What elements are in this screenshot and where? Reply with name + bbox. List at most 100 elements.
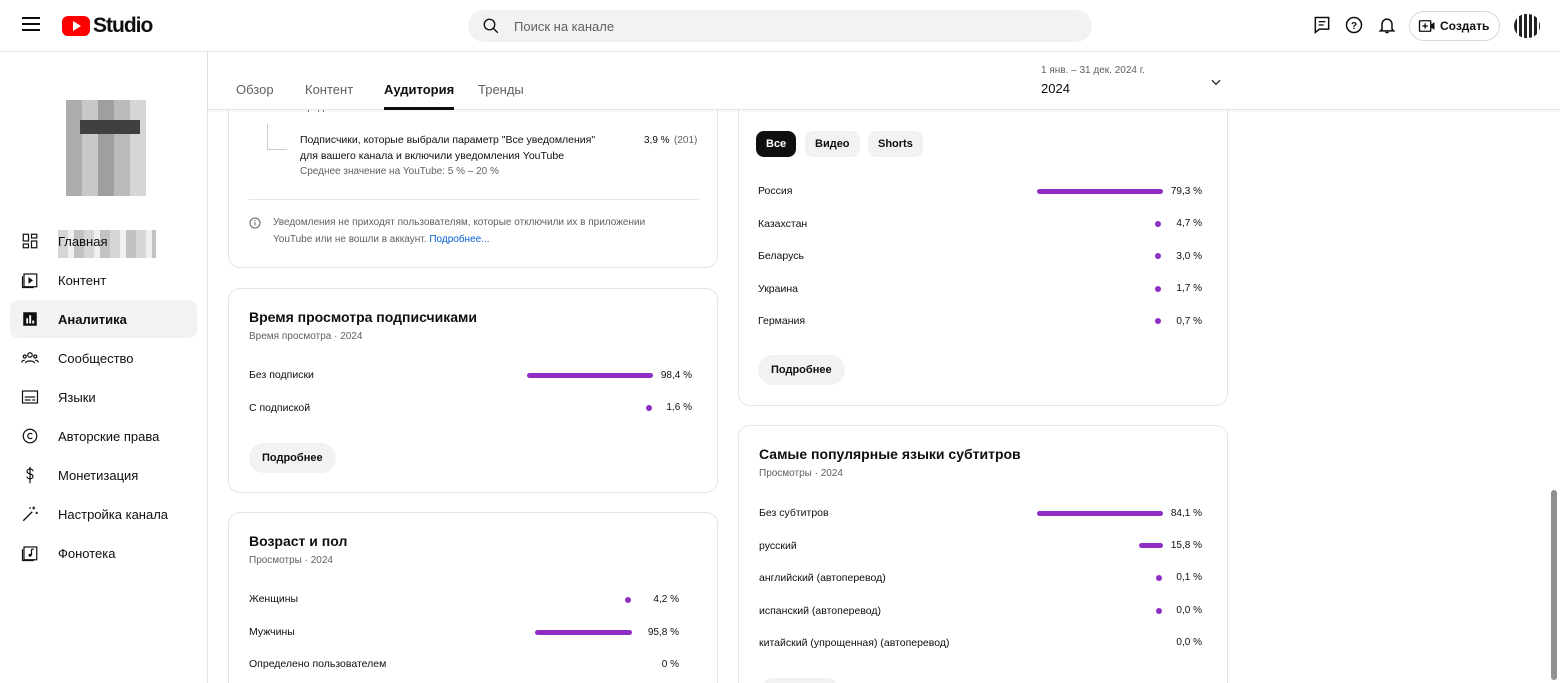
analytics-icon (20, 309, 40, 329)
sidebar: Главная Контент Аналитика Сообщество Язы… (0, 52, 208, 683)
geo-row-value: 0,7 % (1176, 316, 1202, 327)
sidebar-item-label: Главная (58, 233, 108, 249)
sidebar-item-analytics[interactable]: Аналитика (10, 300, 197, 338)
row-label: Определено пользователем (249, 658, 387, 670)
row-label: Без подписки (249, 369, 314, 381)
row-value: 15,8 % (1170, 540, 1202, 551)
info-more-link[interactable]: Подробнее... (429, 234, 489, 245)
logo-text: Studio (93, 14, 153, 37)
notifications-bell-icon[interactable] (1377, 15, 1397, 35)
sidebar-item-label: Фонотека (58, 545, 116, 561)
help-icon[interactable]: ? (1344, 15, 1364, 35)
chip-shorts[interactable]: Shorts (868, 131, 923, 157)
notif-row-average: Среднее значение на YouTube: 5 % – 20 % (300, 166, 499, 177)
notif-row-label-2: для вашего канала и включили уведомления… (300, 150, 565, 162)
chevron-down-icon[interactable] (1209, 75, 1223, 89)
channel-avatar[interactable] (66, 100, 146, 196)
info-text-2: YouTube или не вошли в аккаунт. (273, 234, 427, 245)
sidebar-item-label: Сообщество (58, 350, 134, 366)
row-label: С подпиской (249, 402, 311, 414)
row-value: 98,4 % (660, 370, 692, 381)
more-button[interactable]: Подробнее (249, 443, 336, 473)
geo-row-value: 3,0 % (1176, 251, 1202, 262)
geo-row-value: 79,3 % (1170, 186, 1202, 197)
info-text-1: Уведомления не приходят пользователям, к… (273, 217, 646, 228)
row-label: испанский (автоперевод) (759, 605, 882, 617)
search-icon (483, 18, 499, 34)
create-label: Создать (1440, 19, 1490, 33)
notif-row-count: (201) (674, 135, 698, 146)
magic-wand-icon (20, 504, 40, 524)
row-value: 1,6 % (666, 402, 692, 413)
scrollbar-thumb[interactable] (1551, 490, 1557, 680)
row-label: китайский (упрощенная) (автоперевод) (759, 637, 950, 649)
notif-row-value: 3,9 % (644, 135, 670, 146)
sidebar-item-content[interactable]: Контент (10, 261, 197, 299)
info-text-2-wrap: YouTube или не вошли в аккаунт. Подробне… (273, 234, 490, 245)
date-range-selector[interactable]: 1 янв. – 31 дек. 2024 г. 2024 (1041, 65, 1145, 96)
dollar-icon (20, 465, 40, 485)
card-title: Возраст и пол (249, 533, 348, 549)
tab-content[interactable]: Контент (305, 82, 353, 110)
search-bar[interactable] (468, 10, 1092, 42)
geo-row-value: 1,7 % (1176, 283, 1202, 294)
content-icon (20, 270, 40, 290)
card-title: Время просмотра подписчиками (249, 309, 477, 325)
create-video-icon (1418, 20, 1435, 32)
row-value: 4,2 % (653, 594, 679, 605)
row-value: 0 % (661, 659, 679, 670)
menu-icon[interactable] (22, 17, 40, 31)
sidebar-item-label: Настройка канала (58, 506, 169, 522)
geo-more-button[interactable]: Подробнее (758, 355, 845, 385)
tab-trends[interactable]: Тренды (478, 82, 524, 110)
community-icon (20, 348, 40, 368)
create-button[interactable]: Создать (1409, 11, 1501, 41)
svg-text:?: ? (1351, 21, 1357, 32)
sidebar-item-languages[interactable]: Языки (10, 378, 197, 416)
feedback-icon[interactable] (1312, 15, 1332, 35)
sidebar-item-label: Контент (58, 272, 107, 288)
row-label: Женщины (249, 593, 299, 605)
tab-audience[interactable]: Аудитория (384, 82, 455, 110)
sidebar-item-dashboard[interactable]: Главная (10, 222, 197, 260)
sidebar-item-copyright[interactable]: Авторские права (10, 417, 197, 455)
more-button-cut[interactable] (759, 678, 841, 683)
sidebar-item-label: Языки (58, 389, 96, 405)
subtitles-icon (20, 387, 40, 407)
geo-row-label: Германия (758, 315, 806, 327)
row-value: 0,1 % (1176, 572, 1202, 583)
geo-row-label: Беларусь (758, 250, 804, 262)
sidebar-item-label: Аналитика (58, 311, 127, 327)
age-gender-card: Возраст и пол Просмотры · 2024 Женщины 4… (228, 512, 718, 683)
studio-logo[interactable]: Studio (62, 14, 153, 38)
youtube-logo-icon (62, 16, 90, 36)
date-range-text: 1 янв. – 31 дек. 2024 г. (1041, 65, 1145, 76)
row-value: 0,0 % (1176, 637, 1202, 648)
row-value: 84,1 % (1170, 508, 1202, 519)
row-bar (535, 630, 632, 635)
sidebar-item-monetization[interactable]: Монетизация (10, 456, 197, 494)
row-value: 0,0 % (1176, 605, 1202, 616)
tab-overview[interactable]: Обзор (236, 82, 274, 110)
audio-library-icon (20, 543, 40, 563)
card-title: Самые популярные языки субтитров (759, 446, 1021, 462)
account-avatar[interactable] (1514, 14, 1540, 38)
card-subtitle: Просмотры · 2024 (759, 468, 843, 479)
sidebar-item-customization[interactable]: Настройка канала (10, 495, 197, 533)
tree-connector (267, 124, 287, 150)
search-input[interactable] (514, 18, 1014, 34)
sidebar-item-audio-library[interactable]: Фонотека (10, 534, 197, 572)
top-bar: Studio ? Создать (0, 0, 1560, 52)
geo-row-label: Казахстан (758, 218, 808, 230)
sidebar-item-community[interactable]: Сообщество (10, 339, 197, 377)
chip-video[interactable]: Видео (805, 131, 860, 157)
info-icon (249, 217, 261, 229)
row-label: русский (759, 540, 797, 552)
geo-row-label: Украина (758, 283, 798, 295)
dashboard-icon (20, 231, 40, 251)
row-label: Мужчины (249, 626, 295, 638)
card-subtitle: Просмотры · 2024 (249, 555, 333, 566)
chip-all[interactable]: Все (756, 131, 797, 157)
date-range-value: 2024 (1041, 81, 1070, 96)
watch-time-subscribers-card: Время просмотра подписчиками Время просм… (228, 288, 718, 493)
